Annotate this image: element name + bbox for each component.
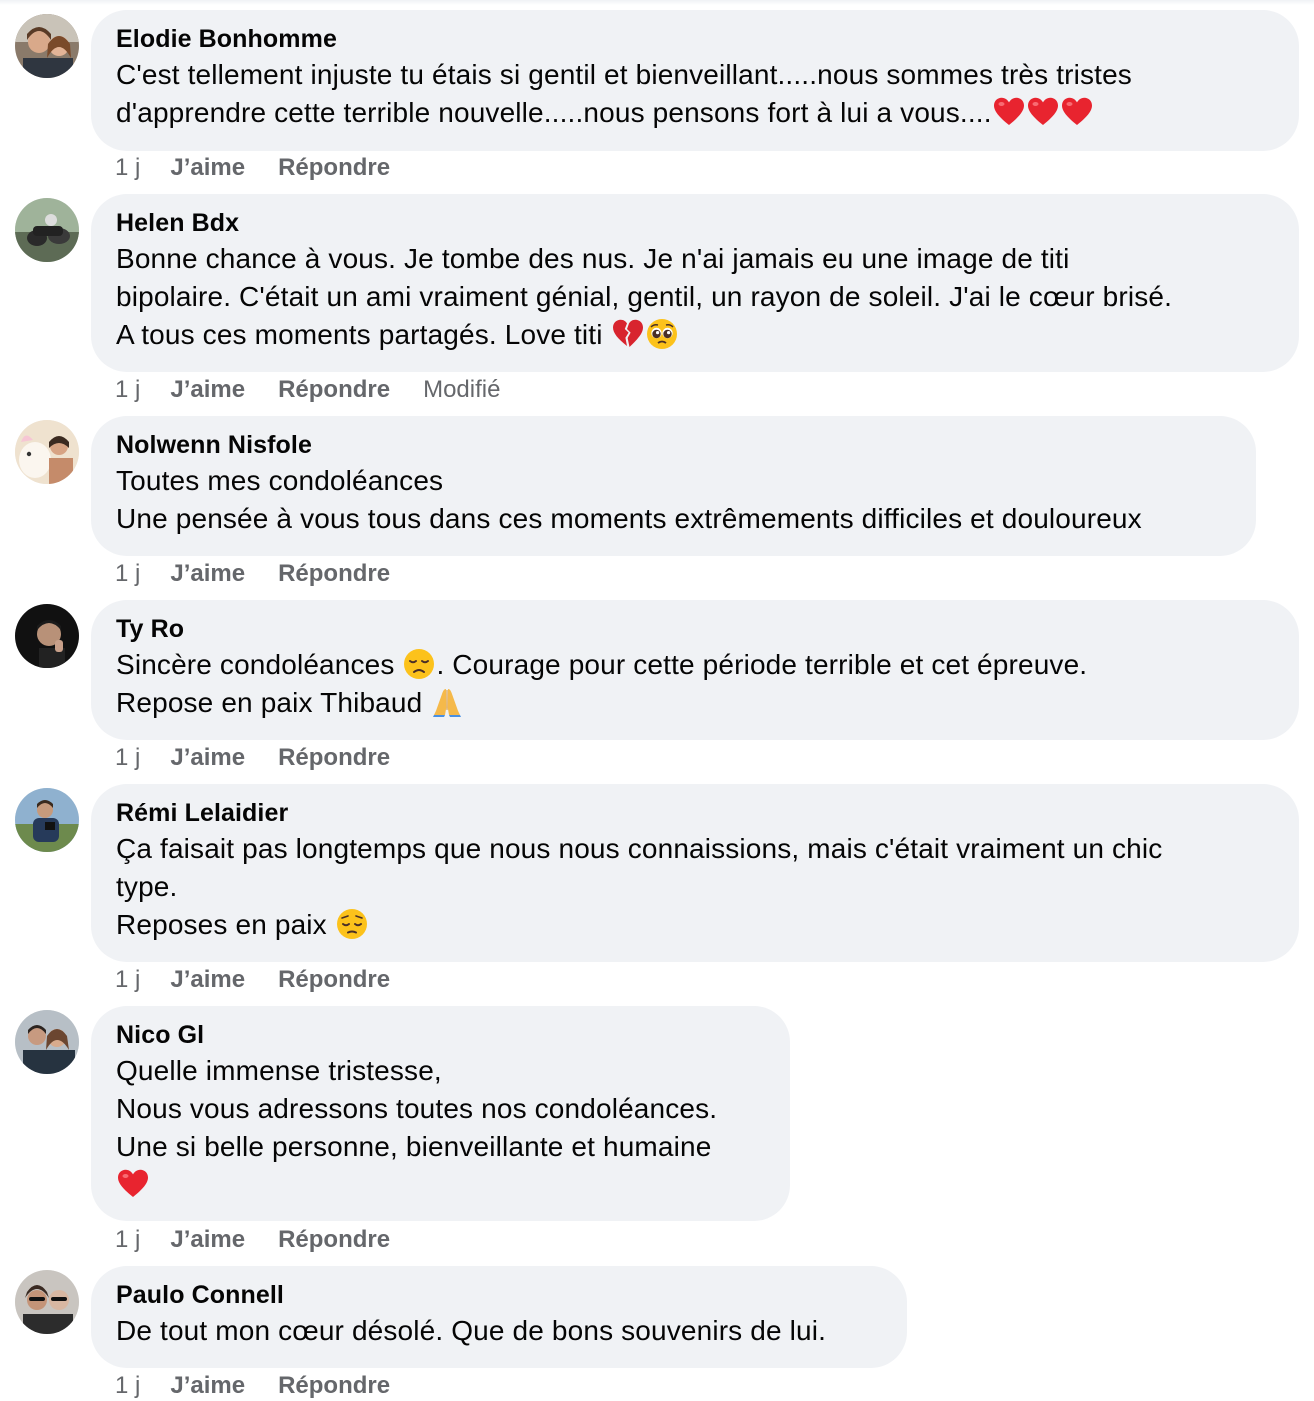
edited-label[interactable]: Modifié: [423, 375, 500, 405]
comment-text: Ça faisait pas longtemps que nous nous c…: [116, 830, 1275, 944]
like-button[interactable]: J’aime: [170, 1371, 245, 1401]
comment-author[interactable]: Ty Ro: [116, 614, 1275, 644]
comment-timestamp[interactable]: 1 j: [115, 1371, 140, 1401]
comment-text-line: . Courage pour cette période terrible et…: [436, 649, 1088, 680]
comment-timestamp[interactable]: 1 j: [115, 153, 140, 183]
comment-author[interactable]: Nolwenn Nisfole: [116, 430, 1232, 460]
comment-text-line: Ça faisait pas longtemps que nous nous c…: [116, 833, 1163, 864]
pensive-face-icon: [336, 908, 368, 940]
comment-timestamp[interactable]: 1 j: [115, 743, 140, 773]
comment-text-line: bipolaire. C'était un ami vraiment génia…: [116, 281, 1173, 312]
reply-button[interactable]: Répondre: [278, 1371, 390, 1401]
reply-button[interactable]: Répondre: [278, 559, 390, 589]
comment-bubble: Elodie Bonhomme C'est tellement injuste …: [91, 10, 1299, 151]
like-button[interactable]: J’aime: [170, 153, 245, 183]
like-button[interactable]: J’aime: [170, 743, 245, 773]
comment-text: Bonne chance à vous. Je tombe des nus. J…: [116, 240, 1275, 354]
comment-text-line: Quelle immense tristesse,: [116, 1055, 442, 1086]
top-divider: [0, 0, 1314, 5]
comment-text-line: type.: [116, 871, 178, 902]
avatar[interactable]: [15, 198, 79, 262]
red-heart-icon: [993, 96, 1025, 128]
comment-actions: 1 j J’aime Répondre: [115, 1371, 423, 1401]
reply-button[interactable]: Répondre: [278, 375, 390, 405]
comment-text-line: Toutes mes condoléances: [116, 465, 444, 496]
comment-text-line: Repose en paix Thibaud: [116, 687, 431, 718]
red-heart-icon: [1027, 96, 1059, 128]
reply-button[interactable]: Répondre: [278, 965, 390, 995]
pleading-face-icon: [646, 318, 678, 350]
comment-bubble: Nolwenn Nisfole Toutes mes condoléances …: [91, 416, 1256, 556]
comment-text-line: A tous ces moments partagés. Love titi: [116, 319, 611, 350]
reply-button[interactable]: Répondre: [278, 153, 390, 183]
comment-timestamp[interactable]: 1 j: [115, 1225, 140, 1255]
comment-text-line: Une si belle personne, bienveillante et …: [116, 1131, 712, 1162]
comment-author[interactable]: Rémi Lelaidier: [116, 798, 1275, 828]
broken-heart-icon: [612, 318, 644, 350]
comment-text: Toutes mes condoléances Une pensée à vou…: [116, 462, 1232, 538]
disappointed-face-icon: [403, 648, 435, 680]
avatar[interactable]: [15, 604, 79, 668]
comment-actions: 1 j J’aime Répondre: [115, 559, 423, 589]
comment-text-line: Une pensée à vous tous dans ces moments …: [116, 503, 1142, 534]
avatar[interactable]: [15, 420, 79, 484]
avatar[interactable]: [15, 788, 79, 852]
comment-text: Quelle immense tristesse, Nous vous adre…: [116, 1052, 766, 1204]
comment-timestamp[interactable]: 1 j: [115, 559, 140, 589]
like-button[interactable]: J’aime: [170, 375, 245, 405]
avatar[interactable]: [15, 1270, 79, 1334]
avatar[interactable]: [15, 14, 79, 78]
avatar[interactable]: [15, 1010, 79, 1074]
like-button[interactable]: J’aime: [170, 1225, 245, 1255]
folded-hands-icon: [431, 686, 463, 718]
red-heart-icon: [117, 1168, 149, 1200]
comment-actions: 1 j J’aime Répondre: [115, 965, 423, 995]
comment-author[interactable]: Paulo Connell: [116, 1280, 883, 1310]
comment-text-line: Nous vous adressons toutes nos condoléan…: [116, 1093, 718, 1124]
comment-text-line: Reposes en paix: [116, 909, 335, 940]
comment-bubble: Paulo Connell De tout mon cœur désolé. Q…: [91, 1266, 907, 1368]
comment-timestamp[interactable]: 1 j: [115, 375, 140, 405]
comment-text-line: Bonne chance à vous. Je tombe des nus. J…: [116, 243, 1070, 274]
reply-button[interactable]: Répondre: [278, 1225, 390, 1255]
comment-text-line: De tout mon cœur désolé. Que de bons sou…: [116, 1315, 827, 1346]
comment-text: De tout mon cœur désolé. Que de bons sou…: [116, 1312, 883, 1350]
like-button[interactable]: J’aime: [170, 965, 245, 995]
comment-timestamp[interactable]: 1 j: [115, 965, 140, 995]
comment-text: C'est tellement injuste tu étais si gent…: [116, 56, 1275, 132]
comment-actions: 1 j J’aime Répondre: [115, 743, 423, 773]
comment-text: Sincère condoléances . Courage pour cett…: [116, 646, 1275, 722]
comment-actions: 1 j J’aime Répondre Modifié: [115, 375, 500, 405]
comment-bubble: Ty Ro Sincère condoléances . Courage pou…: [91, 600, 1299, 740]
like-button[interactable]: J’aime: [170, 559, 245, 589]
comment-actions: 1 j J’aime Répondre: [115, 153, 423, 183]
comment-text-line: C'est tellement injuste tu étais si gent…: [116, 59, 1132, 90]
comment-bubble: Rémi Lelaidier Ça faisait pas longtemps …: [91, 784, 1299, 962]
comment-author[interactable]: Helen Bdx: [116, 208, 1275, 238]
comment-bubble: Nico Gl Quelle immense tristesse, Nous v…: [91, 1006, 790, 1221]
comment-author[interactable]: Nico Gl: [116, 1020, 766, 1050]
comment-actions: 1 j J’aime Répondre: [115, 1225, 423, 1255]
comment-author[interactable]: Elodie Bonhomme: [116, 24, 1275, 54]
comment-bubble: Helen Bdx Bonne chance à vous. Je tombe …: [91, 194, 1299, 372]
red-heart-icon: [1061, 96, 1093, 128]
reply-button[interactable]: Répondre: [278, 743, 390, 773]
comment-text-line: d'apprendre cette terrible nouvelle.....…: [116, 97, 992, 128]
comment-text-line: Sincère condoléances: [116, 649, 403, 680]
